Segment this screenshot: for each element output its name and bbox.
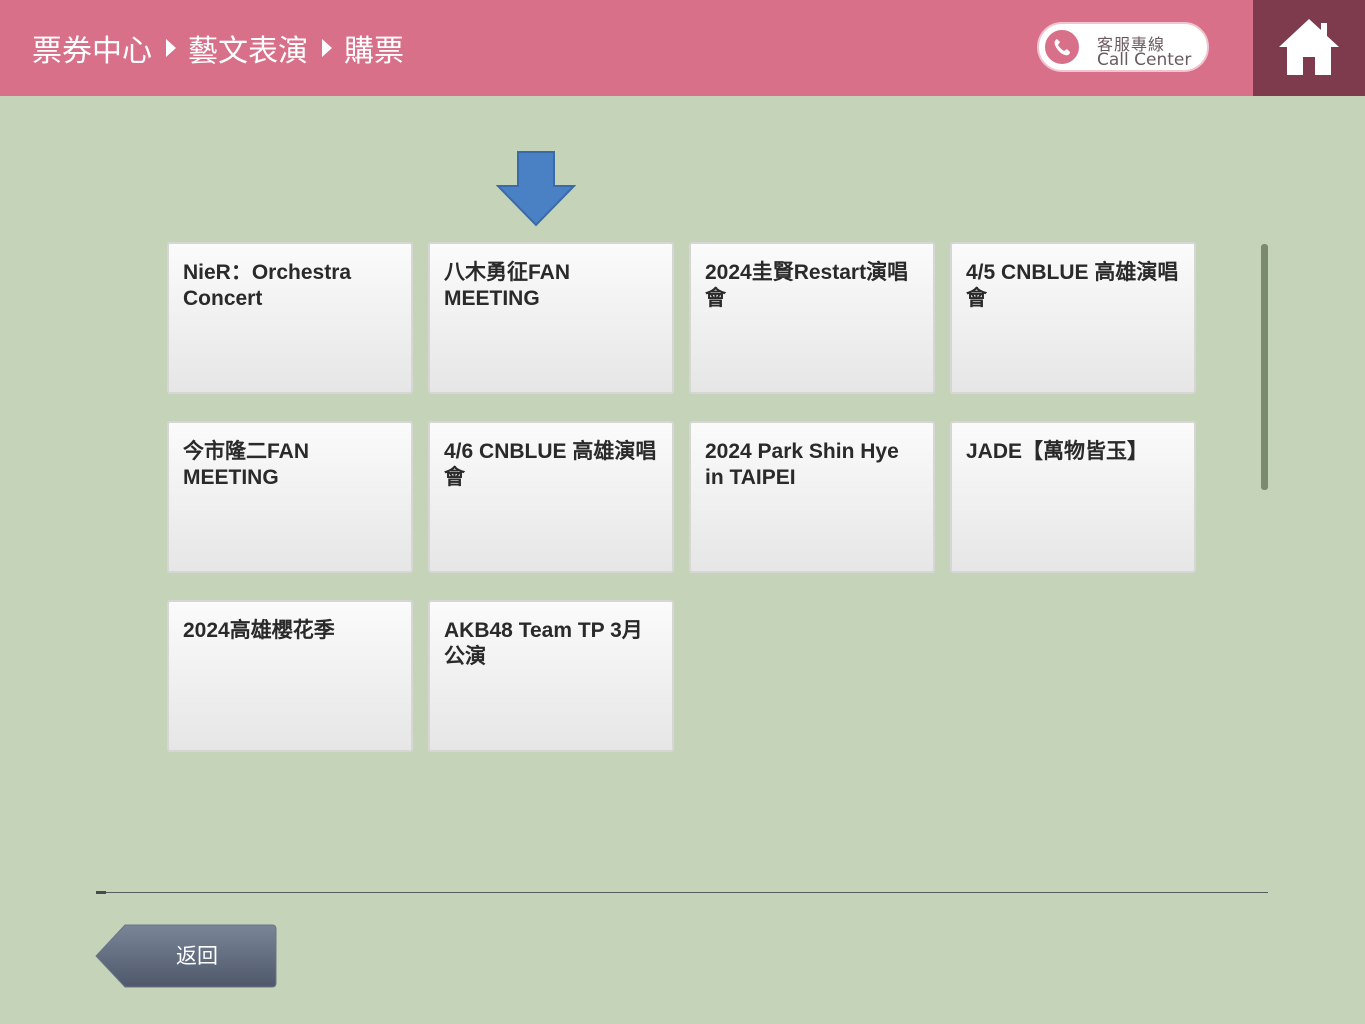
back-button-label: 返回: [176, 944, 218, 968]
down-arrow-icon: [496, 151, 576, 227]
event-card[interactable]: 2024 Park Shin Hye in TAIPEI: [689, 421, 935, 573]
back-button[interactable]: 返回: [95, 924, 277, 988]
event-card[interactable]: 2024圭賢Restart演唱會: [689, 242, 935, 394]
breadcrumb-item-arts[interactable]: 藝文表演: [188, 26, 308, 70]
event-card[interactable]: AKB48 Team TP 3月公演: [428, 600, 674, 752]
breadcrumb-item-purchase: 購票: [344, 34, 404, 69]
breadcrumb-separator-icon: [166, 39, 176, 57]
divider-mark: [96, 891, 106, 894]
event-card[interactable]: 八木勇征FAN MEETING: [428, 242, 674, 394]
event-card[interactable]: 今市隆二FAN MEETING: [167, 421, 413, 573]
breadcrumb-separator-icon: [322, 39, 332, 57]
home-button[interactable]: [1253, 0, 1365, 96]
event-card[interactable]: NieR：Orchestra Concert: [167, 242, 413, 394]
event-card[interactable]: JADE【萬物皆玉】: [950, 421, 1196, 573]
divider: [96, 892, 1268, 893]
call-center-label-en: Call Center: [1097, 50, 1192, 70]
scrollbar[interactable]: [1261, 244, 1268, 490]
home-icon: [1279, 19, 1339, 75]
event-card[interactable]: 4/5 CNBLUE 高雄演唱會: [950, 242, 1196, 394]
call-center-button[interactable]: 客服專線 Call Center: [1037, 22, 1209, 72]
breadcrumb: 票券中心 藝文表演 購票: [32, 26, 404, 70]
event-card[interactable]: 2024高雄櫻花季: [167, 600, 413, 752]
event-card[interactable]: 4/6 CNBLUE 高雄演唱會: [428, 421, 674, 573]
header-bar: 票券中心 藝文表演 購票 客服專線 Call Center: [0, 0, 1253, 96]
event-grid: NieR：Orchestra Concert 八木勇征FAN MEETING 2…: [167, 242, 1196, 752]
breadcrumb-item-ticket-center[interactable]: 票券中心: [32, 26, 152, 70]
phone-icon: [1043, 28, 1081, 66]
